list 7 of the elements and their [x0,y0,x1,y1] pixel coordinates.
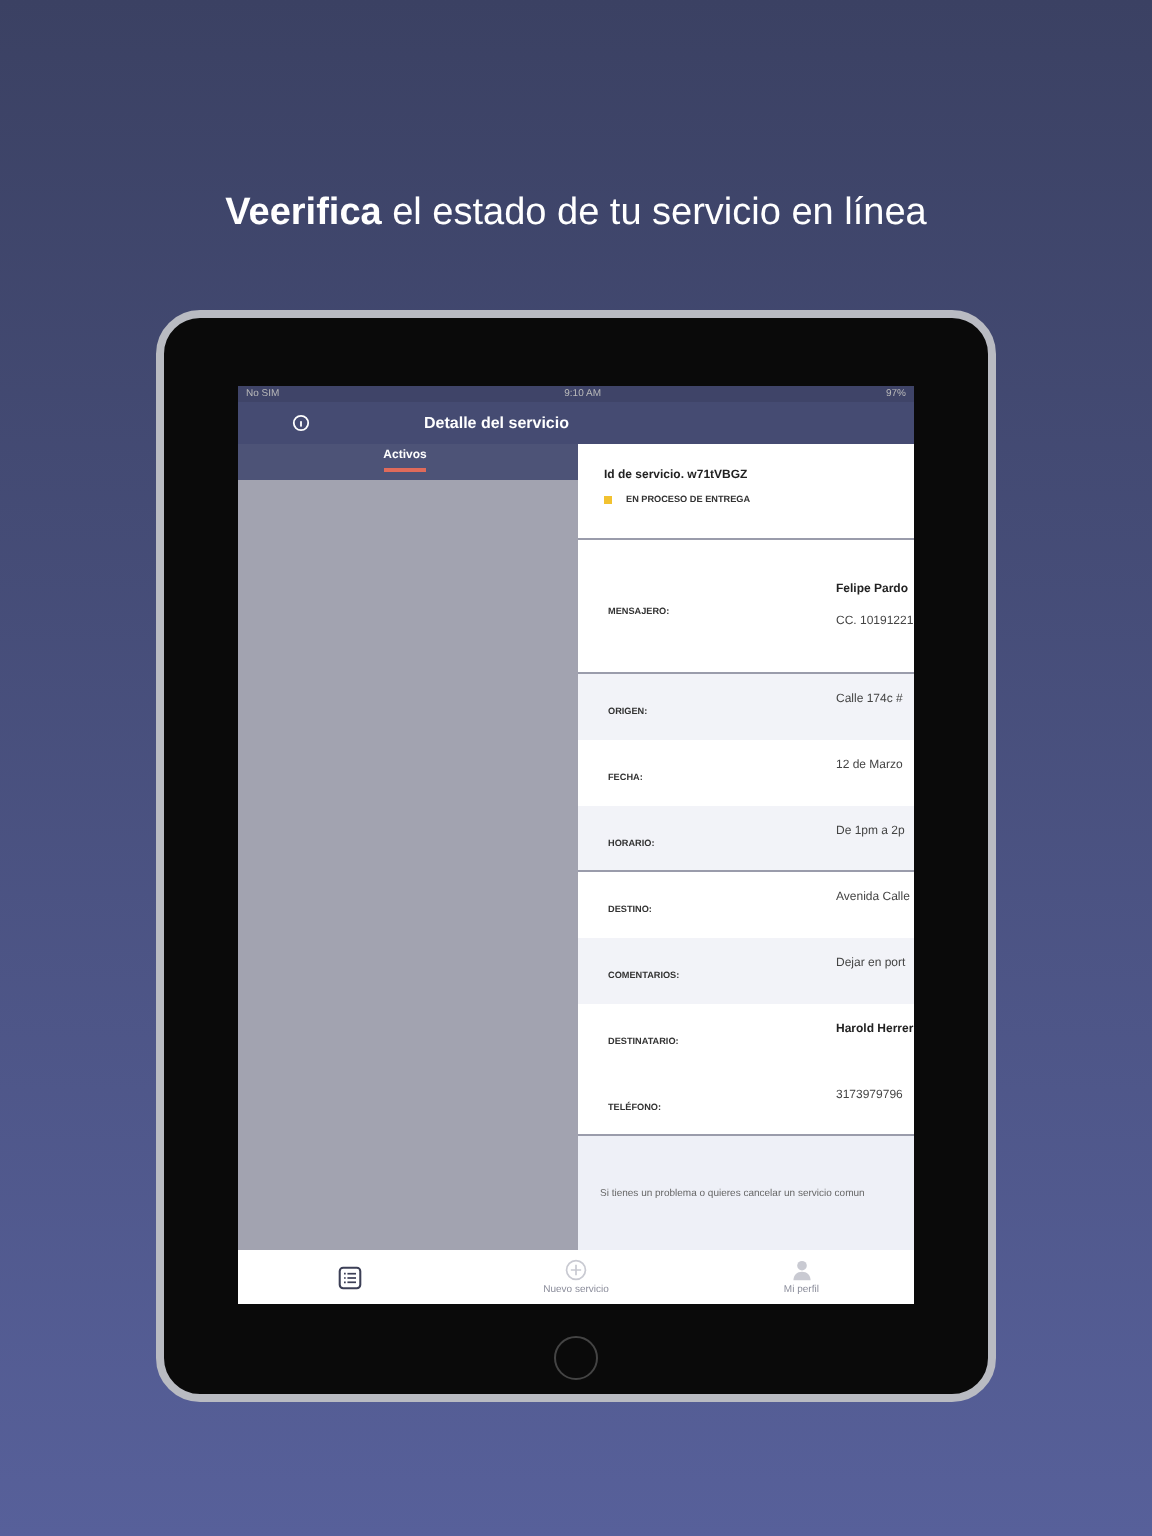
screen-title: Detalle del servicio [424,414,569,432]
list-icon [338,1265,363,1289]
home-button[interactable] [554,1336,598,1380]
person-icon [789,1258,814,1282]
info-icon[interactable] [292,414,310,432]
plus-circle-icon [564,1258,588,1282]
headline: Veerifica el estado de tu servicio en línea [225,192,927,238]
